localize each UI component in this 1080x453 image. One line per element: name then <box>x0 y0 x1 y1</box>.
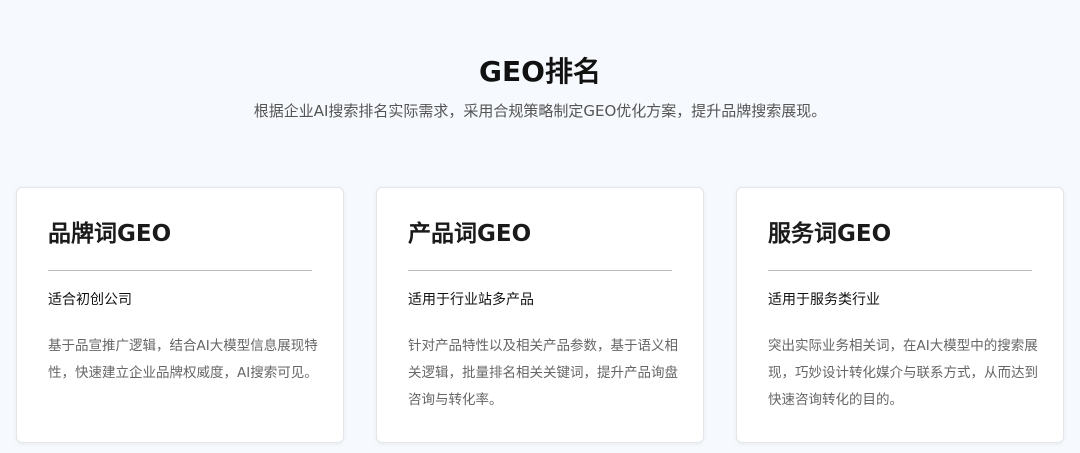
card-description: 基于品宣推广逻辑，结合AI大模型信息展现特性，快速建立企业品牌权威度，AI搜索可… <box>48 338 318 381</box>
card-service-geo[interactable]: 服务词GEO 适用于服务类行业 突出实际业务相关词，在AI大模型中的搜索展现，巧… <box>736 187 1064 443</box>
section-title: GEO排名 <box>479 55 601 88</box>
card-subtitle: 适用于服务类行业 <box>768 292 880 308</box>
card-description: 针对产品特性以及相关产品参数，基于语义相关逻辑，批量排名相关关键词，提升产品询盘… <box>408 338 678 408</box>
service-cards: 品牌词GEO 适合初创公司 基于品宣推广逻辑，结合AI大模型信息展现特性，快速建… <box>16 187 1066 447</box>
card-product-geo[interactable]: 产品词GEO 适用于行业站多产品 针对产品特性以及相关产品参数，基于语义相关逻辑… <box>376 187 704 443</box>
card-title: 品牌词GEO <box>48 221 172 247</box>
card-divider <box>768 270 1032 271</box>
section-subtitle: 根据企业AI搜索排名实际需求，采用合规策略制定GEO优化方案，提升品牌搜索展现。 <box>253 102 827 120</box>
card-title: 产品词GEO <box>408 221 532 247</box>
card-divider <box>48 270 312 271</box>
card-subtitle: 适合初创公司 <box>48 292 132 308</box>
card-subtitle: 适用于行业站多产品 <box>408 292 534 308</box>
section-header: GEO排名 根据企业AI搜索排名实际需求，采用合规策略制定GEO优化方案，提升品… <box>0 52 1080 121</box>
card-description: 突出实际业务相关词，在AI大模型中的搜索展现，巧妙设计转化媒介与联系方式，从而达… <box>768 338 1038 408</box>
card-title: 服务词GEO <box>768 221 892 247</box>
card-divider <box>408 270 672 271</box>
card-brand-geo[interactable]: 品牌词GEO 适合初创公司 基于品宣推广逻辑，结合AI大模型信息展现特性，快速建… <box>16 187 344 443</box>
